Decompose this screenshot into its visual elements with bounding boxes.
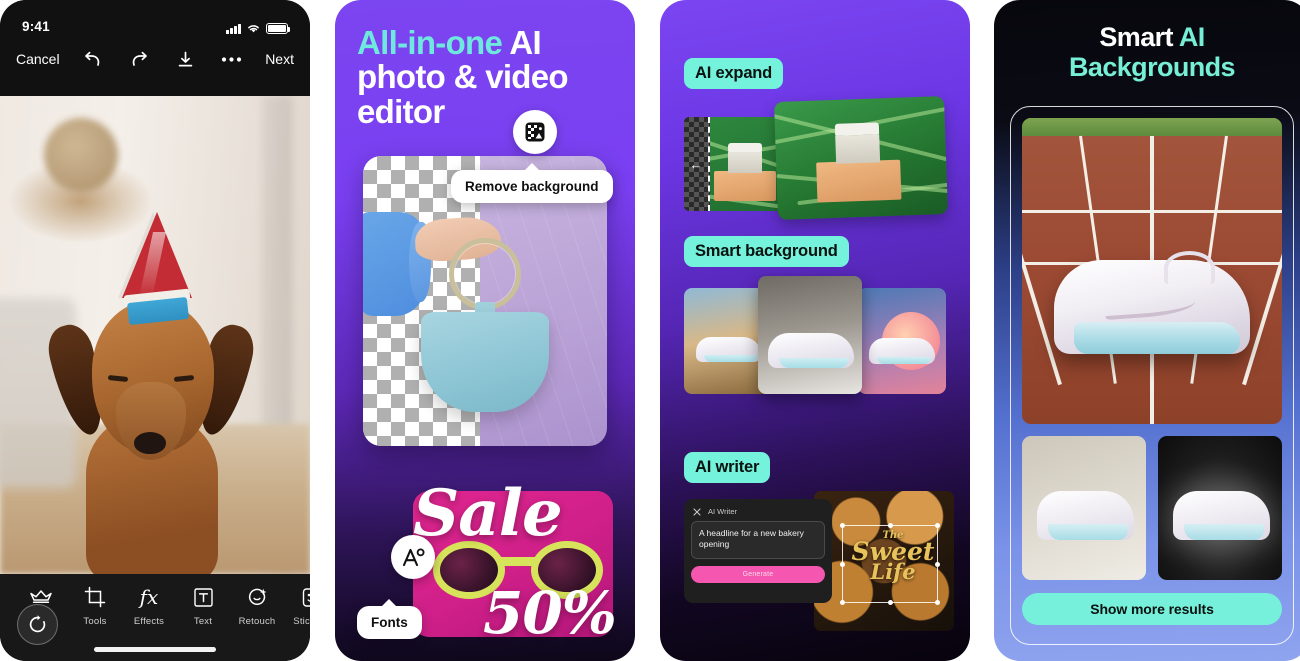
panel2-headline: All-in-one AI photo & video editor: [335, 0, 635, 129]
tool-label: Tools: [83, 616, 107, 627]
tool-effects[interactable]: fx Effects: [122, 584, 176, 627]
ai-writer-prompt-input[interactable]: A headline for a new bakery opening: [691, 521, 825, 559]
ai-writer-title: AI Writer: [708, 507, 738, 516]
undo-icon[interactable]: [82, 50, 103, 68]
panel4-title: Smart AI Backgrounds: [994, 0, 1300, 82]
screenshot-panel-allinone: All-in-one AI photo & video editor Remov…: [335, 0, 635, 661]
hero-result-track[interactable]: [1022, 118, 1282, 424]
download-icon[interactable]: [176, 50, 195, 69]
grass: [1022, 118, 1282, 137]
remove-background-icon[interactable]: [513, 110, 557, 154]
sweet-life-artwork: The Sweet Life: [848, 531, 938, 583]
face-retouch-icon: [246, 584, 268, 610]
tool-retouch[interactable]: Retouch: [230, 584, 284, 627]
blue-sleeve: [363, 212, 431, 316]
editor-top-bar: Cancel Next: [0, 38, 310, 80]
smart-background-results[interactable]: [684, 276, 946, 394]
wall-decor: [44, 118, 118, 192]
home-indicator: [94, 647, 216, 652]
section-ai-writer: AI writer The Sweet Life AI Writer A hea…: [684, 452, 954, 631]
bakery-image: The Sweet Life: [814, 491, 954, 631]
tooltip-fonts[interactable]: Fonts: [357, 599, 422, 639]
handbag: [421, 312, 549, 412]
cosmetic-jar: [834, 122, 881, 164]
generate-button[interactable]: Generate: [691, 566, 825, 583]
screenshot-panel-ai-features: AI expand ← →: [660, 0, 970, 661]
party-hat: [122, 212, 192, 326]
expand-handle-left[interactable]: ←: [684, 117, 710, 211]
tool-label: Retouch: [238, 616, 276, 627]
headline-line-1: All-in-one: [357, 24, 503, 61]
section-smart-background: Smart background: [684, 236, 946, 394]
results-frame: Show more results: [1010, 106, 1294, 645]
result-thumb-dark[interactable]: [1158, 436, 1282, 580]
chip-smart-background: Smart background: [684, 236, 849, 267]
screenshot-panel-editor: 9:41 Cancel Next Tools fx Effects Text R…: [0, 0, 310, 661]
crop-icon: [84, 584, 106, 610]
tool-label: Effects: [133, 616, 165, 627]
cross-line-1: [1022, 209, 1282, 213]
tool-label: Text: [193, 616, 213, 627]
headline-line-2: AI: [509, 24, 542, 61]
bag-ring-handle: [449, 238, 521, 310]
redo-icon[interactable]: [129, 50, 150, 68]
status-icons: [226, 23, 291, 34]
result-thumbnails: [1022, 436, 1282, 580]
expanded-image: [773, 96, 949, 220]
app-store-screenshot-gallery: 9:41 Cancel Next Tools fx Effects Text R…: [0, 0, 1300, 661]
arrow-left-icon: ←: [689, 156, 703, 172]
title-word-1: Smart: [1099, 22, 1173, 52]
reset-rotate-icon[interactable]: [17, 604, 58, 645]
text-box-icon: [193, 584, 214, 610]
result-thumb-light[interactable]: [1022, 436, 1146, 580]
photo-canvas[interactable]: [0, 96, 310, 574]
font-aa-icon[interactable]: [391, 535, 435, 579]
chip-ai-writer: AI writer: [684, 452, 771, 483]
tool-stickers[interactable]: Stickers: [284, 584, 310, 627]
sticker-icon: [301, 584, 310, 610]
headline-line-3: photo & video: [357, 58, 569, 96]
editor-toolbar: Gold Tools fx Effects: [0, 574, 310, 661]
wifi-icon: [248, 25, 259, 33]
next-button[interactable]: Next: [265, 51, 294, 67]
ai-writer-demo[interactable]: The Sweet Life AI Writer A headline for …: [684, 491, 954, 631]
ai-writer-panel: AI Writer A headline for a new bakery op…: [684, 499, 832, 603]
close-icon[interactable]: [693, 507, 701, 516]
tool-tools[interactable]: Tools: [68, 584, 122, 627]
cancel-button[interactable]: Cancel: [16, 51, 60, 67]
battery-full-icon: [266, 23, 291, 34]
headline-line-4: editor: [357, 92, 445, 130]
ai-writer-header: AI Writer: [691, 506, 825, 521]
chip-ai-expand: AI expand: [684, 58, 784, 89]
section-ai-expand: AI expand ← →: [684, 58, 949, 220]
tool-label: Stickers: [293, 616, 310, 627]
screenshot-panel-smart-backgrounds: Smart AI Backgrounds Show more results: [994, 0, 1300, 661]
title-word-3: Backgrounds: [1069, 52, 1236, 83]
fx-icon: fx: [139, 585, 159, 609]
sunglasses-graphic: [433, 541, 603, 599]
result-sunset[interactable]: [858, 288, 946, 394]
tooltip-remove-background[interactable]: Remove background: [451, 163, 613, 203]
cosmetic-jar: [728, 143, 762, 173]
dog-subject: [30, 204, 280, 574]
show-more-results-button[interactable]: Show more results: [1022, 593, 1282, 625]
signal-bars-icon: [226, 23, 241, 34]
status-time: 9:41: [22, 19, 50, 34]
result-studio[interactable]: [758, 276, 862, 394]
phone-screen: 9:41 Cancel Next Tools fx Effects Text R…: [0, 0, 310, 661]
hero-shoe: [1054, 250, 1250, 354]
title-word-2: AI: [1178, 22, 1205, 52]
tool-text[interactable]: Text: [176, 584, 230, 627]
ai-expand-demo[interactable]: ← →: [684, 96, 949, 220]
status-bar: 9:41: [0, 0, 310, 38]
more-options-icon[interactable]: [221, 56, 242, 63]
